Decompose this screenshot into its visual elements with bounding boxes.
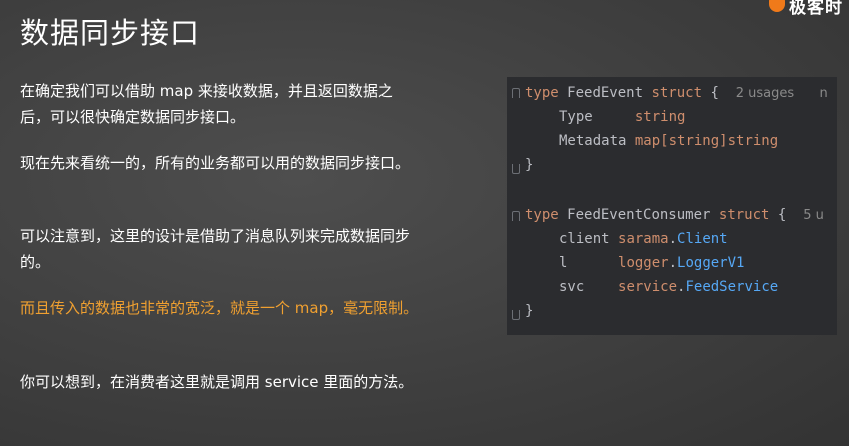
paragraph-2: 现在先来看统一的，所有的业务都可以用的数据同步接口。 [20,154,411,172]
code-line-field: client sarama.Client [559,231,728,247]
code-line-field: Type string [559,109,686,125]
code-line-field: svc service.FeedService [559,279,779,295]
fold-gutter-icon[interactable] [512,160,520,174]
brand-logo-icon [769,0,785,12]
paragraph-3: 可以注意到，这里的设计是借助了消息队列来完成数据同步的。 [20,227,411,271]
slide-title: 数据同步接口 [20,16,201,50]
code-line-feedevent: type FeedEvent struct { 2 usages n [525,85,828,101]
fold-gutter-icon[interactable] [512,88,520,102]
brand-logo-text: 极客时 [789,0,843,18]
code-line-field: l logger.LoggerV1 [559,255,745,271]
code-panel: type FeedEvent struct { 2 usages n Type … [507,77,837,335]
fold-gutter-icon[interactable] [512,306,520,320]
brand-logo: 极客时 [769,0,843,18]
code-line-brace: } [525,303,534,319]
usages-hint[interactable]: 2 usages [736,86,794,101]
usages-hint[interactable]: 5 u [803,208,824,223]
code-line-field: Metadata map[string]string [559,133,779,149]
code-line-brace: } [525,157,534,173]
code-line-feedeventconsumer: type FeedEventConsumer struct { 5 u [525,207,824,223]
paragraph-5: 你可以想到，在消费者这里就是调用 service 里面的方法。 [20,373,414,391]
fold-gutter-icon[interactable] [512,211,520,225]
paragraph-1: 在确定我们可以借助 map 来接收数据，并且返回数据之后，可以很快确定数据同步接… [20,82,393,126]
paragraph-4-highlight: 而且传入的数据也非常的宽泛，就是一个 map，毫无限制。 [20,299,419,317]
